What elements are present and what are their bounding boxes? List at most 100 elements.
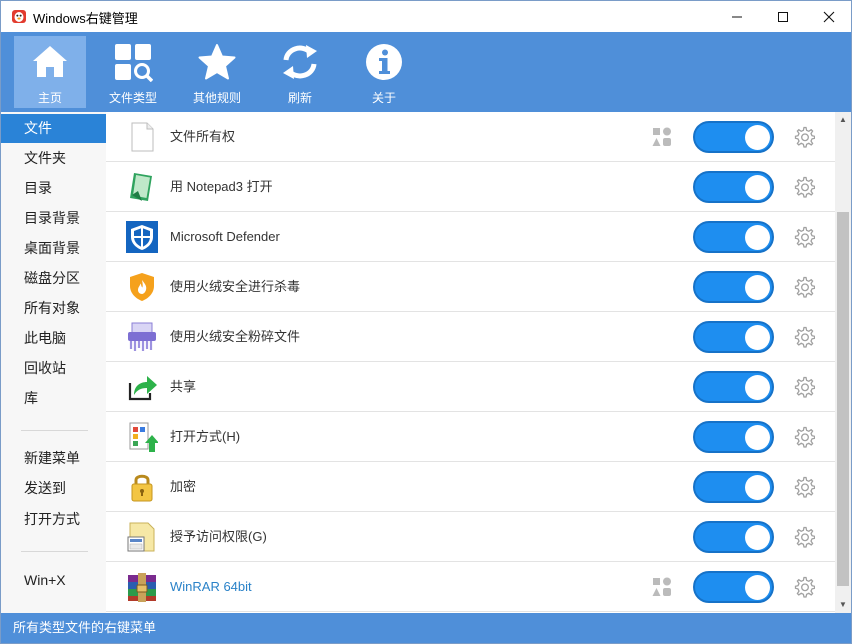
toggle-knob — [745, 275, 770, 300]
toolbar-about-label: 关于 — [371, 91, 396, 105]
sidebar-item-new-menu[interactable]: 新建菜单 — [1, 444, 106, 473]
gear-icon[interactable] — [793, 526, 815, 548]
toolbar-refresh-label: 刷新 — [287, 91, 312, 105]
enable-toggle[interactable] — [693, 321, 774, 353]
home-icon — [33, 46, 67, 77]
gear-icon[interactable] — [793, 376, 815, 398]
sidebar-item-open-with[interactable]: 打开方式 — [1, 505, 106, 534]
toggle-knob — [745, 125, 770, 150]
list-item[interactable]: 使用火绒安全粉碎文件 — [106, 312, 835, 362]
toggle-knob — [745, 575, 770, 600]
gear-icon[interactable] — [793, 476, 815, 498]
list-item-label: 共享 — [170, 379, 197, 394]
list-item[interactable]: Microsoft Defender — [106, 212, 835, 262]
share-arrow-icon — [128, 376, 157, 401]
list-item-label: 加密 — [170, 479, 197, 494]
gear-icon[interactable] — [793, 226, 815, 248]
refresh-icon — [283, 45, 317, 79]
gear-icon[interactable] — [793, 326, 815, 348]
file-type-search-icon — [115, 44, 153, 82]
gear-icon[interactable] — [793, 426, 815, 448]
gear-icon[interactable] — [793, 176, 815, 198]
vertical-scrollbar[interactable]: ▲ ▼ — [835, 112, 851, 613]
enable-toggle[interactable] — [693, 371, 774, 403]
list-item[interactable]: 授予访问权限(G) — [106, 512, 835, 562]
minimize-button[interactable] — [714, 1, 760, 32]
sidebar-divider — [21, 551, 88, 552]
toolbar-home-label: 主页 — [37, 91, 62, 105]
enable-toggle[interactable] — [693, 571, 774, 603]
app-window: Windows右键管理 主页 文件类型 其他规则 刷新 关于 文件 文件夹 目录… — [0, 0, 852, 644]
blank-file-icon — [131, 122, 154, 152]
enable-toggle[interactable] — [693, 221, 774, 253]
open-with-icon — [129, 422, 158, 452]
status-bar: 所有类型文件的右键菜单 — [1, 613, 851, 643]
sidebar-item-drive[interactable]: 磁盘分区 — [1, 264, 106, 293]
list-item-label: WinRAR 64bit — [170, 579, 252, 594]
sidebar-item-file[interactable]: 文件 — [1, 114, 106, 143]
sidebar-item-recycle-bin[interactable]: 回收站 — [1, 354, 106, 383]
close-icon — [823, 11, 835, 22]
toolbar-home-button[interactable]: 主页 — [14, 36, 86, 108]
enable-toggle[interactable] — [693, 421, 774, 453]
sidebar-item-library[interactable]: 库 — [1, 384, 106, 413]
sidebar-item-directory-background[interactable]: 目录背景 — [1, 204, 106, 233]
list-item-label: 打开方式(H) — [170, 429, 241, 444]
list-item-label: 使用火绒安全进行杀毒 — [170, 279, 301, 294]
sidebar-item-this-pc[interactable]: 此电脑 — [1, 324, 106, 353]
list-item[interactable]: 用 Notepad3 打开 — [106, 162, 835, 212]
toggle-knob — [745, 175, 770, 200]
winrar-icon — [128, 573, 156, 602]
list-item[interactable]: 打开方式(H) — [106, 412, 835, 462]
multi-shape-icon — [652, 577, 671, 596]
close-button[interactable] — [806, 1, 852, 32]
menu-item-list: 文件所有权 用 Notepad3 打开 Microsoft Defender 使… — [106, 112, 835, 613]
list-item-label: Microsoft Defender — [170, 229, 280, 244]
list-item-label: 文件所有权 — [170, 129, 236, 144]
enable-toggle[interactable] — [693, 271, 774, 303]
toggle-knob — [745, 525, 770, 550]
enable-toggle[interactable] — [693, 521, 774, 553]
toggle-knob — [745, 325, 770, 350]
toolbar-other-rules-button[interactable]: 其他规则 — [181, 36, 253, 108]
maximize-button[interactable] — [760, 1, 806, 32]
sidebar-item-send-to[interactable]: 发送到 — [1, 474, 106, 503]
window-title: Windows右键管理 — [33, 11, 138, 26]
multi-shape-icon — [652, 127, 671, 146]
toggle-knob — [745, 425, 770, 450]
toggle-knob — [745, 225, 770, 250]
lock-icon — [131, 474, 153, 502]
sidebar-item-folder[interactable]: 文件夹 — [1, 144, 106, 173]
sidebar-item-desktop-background[interactable]: 桌面背景 — [1, 234, 106, 263]
gear-icon[interactable] — [793, 126, 815, 148]
sidebar-item-all-objects[interactable]: 所有对象 — [1, 294, 106, 323]
scroll-up-arrow-icon[interactable]: ▲ — [835, 112, 851, 128]
sidebar-item-directory[interactable]: 目录 — [1, 174, 106, 203]
list-item[interactable]: WinRAR 64bit — [106, 562, 835, 612]
sidebar-item-winx[interactable]: Win+X — [1, 566, 106, 595]
app-logo-icon — [12, 10, 26, 23]
toolbar-refresh-button[interactable]: 刷新 — [264, 36, 336, 108]
list-item-label: 授予访问权限(G) — [170, 529, 267, 544]
list-item[interactable]: 文件所有权 — [106, 112, 835, 162]
list-item-label: 使用火绒安全粉碎文件 — [170, 329, 301, 344]
scroll-down-arrow-icon[interactable]: ▼ — [835, 597, 851, 613]
toolbar-file-types-button[interactable]: 文件类型 — [97, 36, 169, 108]
sidebar: 文件 文件夹 目录 目录背景 桌面背景 磁盘分区 所有对象 此电脑 回收站 库 … — [1, 112, 106, 613]
list-item[interactable]: 使用火绒安全进行杀毒 — [106, 262, 835, 312]
toolbar-file-types-label: 文件类型 — [108, 91, 157, 105]
scroll-thumb[interactable] — [837, 212, 849, 586]
minimize-icon — [732, 16, 742, 17]
gear-icon[interactable] — [793, 276, 815, 298]
enable-toggle[interactable] — [693, 471, 774, 503]
gear-icon[interactable] — [793, 576, 815, 598]
toggle-knob — [745, 375, 770, 400]
list-item[interactable]: 共享 — [106, 362, 835, 412]
toolbar-about-button[interactable]: 关于 — [348, 36, 420, 108]
enable-toggle[interactable] — [693, 121, 774, 153]
list-item[interactable]: 加密 — [106, 462, 835, 512]
toolbar: 主页 文件类型 其他规则 刷新 关于 — [1, 32, 851, 112]
list-item-label: 用 Notepad3 打开 — [170, 179, 273, 194]
toggle-knob — [745, 475, 770, 500]
enable-toggle[interactable] — [693, 171, 774, 203]
